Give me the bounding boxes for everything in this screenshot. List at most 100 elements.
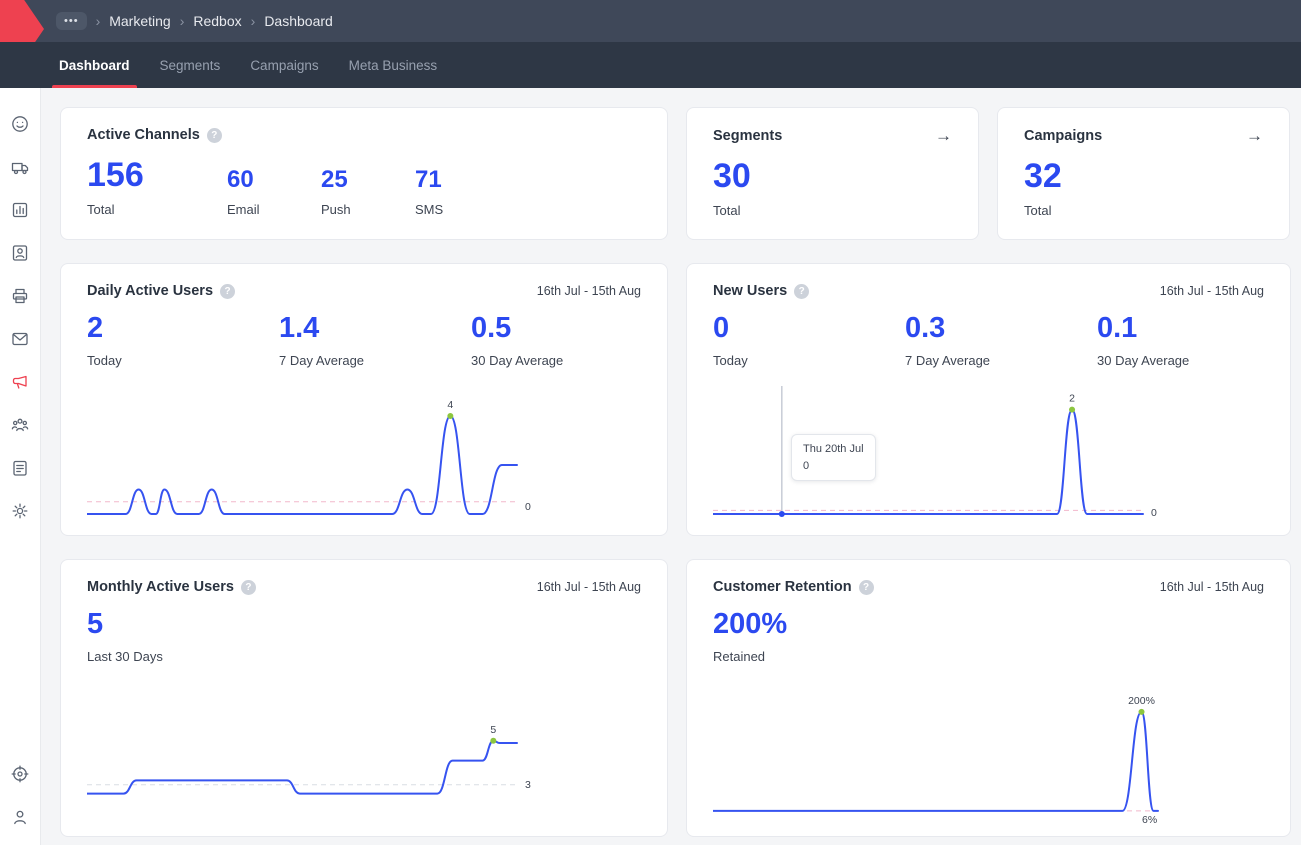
svg-text:200%: 200% bbox=[1128, 695, 1155, 707]
new-users-chart[interactable]: 20 Thu 20th Jul 0 bbox=[713, 376, 1264, 526]
customer-retention-chart[interactable]: 200% 6% bbox=[713, 676, 1264, 826]
customer-retention-card: Customer Retention ? 16th Jul - 15th Aug… bbox=[686, 559, 1291, 837]
metric-retained: 200% Retained bbox=[713, 610, 787, 664]
help-icon[interactable]: ? bbox=[794, 284, 809, 299]
card-title: Campaigns bbox=[1024, 128, 1102, 144]
metric-30day: 0.5 30 Day Average bbox=[471, 314, 563, 368]
open-campaigns-arrow-icon[interactable]: → bbox=[1246, 127, 1263, 144]
breadcrumb-redbox[interactable]: Redbox bbox=[193, 13, 241, 29]
date-range: 16th Jul - 15th Aug bbox=[537, 284, 641, 298]
workspace-menu-button[interactable]: ••• bbox=[56, 12, 87, 30]
daily-active-users-chart[interactable]: 40 bbox=[87, 376, 641, 526]
metric-label: Push bbox=[321, 202, 415, 217]
metric-value: 0 bbox=[713, 314, 905, 343]
line-chart[interactable]: 53 bbox=[87, 692, 557, 832]
task-list-icon[interactable] bbox=[10, 458, 30, 478]
metric-total: 32 Total bbox=[1024, 159, 1062, 218]
metric-last-30-days: 5 Last 30 Days bbox=[87, 610, 163, 664]
svg-text:6%: 6% bbox=[1142, 814, 1157, 826]
line-chart[interactable]: 40 bbox=[87, 376, 557, 526]
date-range: 16th Jul - 15th Aug bbox=[1160, 284, 1264, 298]
metric-value: 5 bbox=[87, 610, 163, 639]
topbar: ••• › Marketing › Redbox › Dashboard bbox=[0, 0, 1301, 42]
card-title: Daily Active Users bbox=[87, 283, 213, 299]
messages-mail-icon[interactable] bbox=[10, 329, 30, 349]
support-target-icon[interactable] bbox=[10, 764, 30, 784]
metric-label: 7 Day Average bbox=[279, 353, 471, 368]
metric-label: Today bbox=[713, 353, 905, 368]
metric-value: 2 bbox=[87, 314, 279, 343]
metric-label: Last 30 Days bbox=[87, 649, 163, 664]
active-channels-card: Active Channels ? 156 Total 60 Email bbox=[60, 107, 668, 240]
metric-7day: 1.4 7 Day Average bbox=[279, 314, 471, 368]
metric-email: 60 Email bbox=[227, 168, 321, 217]
card-title: Active Channels bbox=[87, 127, 200, 143]
metric-label: 30 Day Average bbox=[471, 353, 563, 368]
metric-label: Total bbox=[1024, 203, 1062, 218]
line-chart[interactable]: 20 bbox=[713, 376, 1183, 526]
tab-meta-business[interactable]: Meta Business bbox=[334, 42, 453, 88]
metric-label: Total bbox=[713, 203, 751, 218]
breadcrumb-separator: › bbox=[96, 13, 101, 29]
breadcrumb-separator: › bbox=[251, 13, 256, 29]
metric-push: 25 Push bbox=[321, 168, 415, 217]
audience-users-icon[interactable] bbox=[10, 415, 30, 435]
page-tabs: Dashboard Segments Campaigns Meta Busine… bbox=[0, 42, 1301, 88]
ellipsis-icon: ••• bbox=[64, 15, 79, 27]
delivery-truck-icon[interactable] bbox=[10, 157, 30, 177]
tooltip-date: Thu 20th Jul bbox=[803, 441, 864, 458]
metric-label: Today bbox=[87, 353, 279, 368]
insights-face-icon[interactable] bbox=[10, 114, 30, 134]
metric-label: Total bbox=[87, 202, 227, 217]
help-icon[interactable]: ? bbox=[241, 580, 256, 595]
metric-sms: 71 SMS bbox=[415, 168, 509, 217]
tab-campaigns[interactable]: Campaigns bbox=[235, 42, 333, 88]
metric-value: 60 bbox=[227, 168, 321, 192]
metric-today: 0 Today bbox=[713, 314, 905, 368]
metric-value: 30 bbox=[713, 159, 751, 193]
tab-segments[interactable]: Segments bbox=[145, 42, 236, 88]
campaigns-megaphone-icon[interactable] bbox=[10, 372, 30, 392]
settings-gear-icon[interactable] bbox=[10, 501, 30, 521]
breadcrumb-marketing[interactable]: Marketing bbox=[109, 13, 170, 29]
svg-text:4: 4 bbox=[447, 399, 453, 411]
new-users-card: New Users ? 16th Jul - 15th Aug 0 Today … bbox=[686, 263, 1291, 536]
open-segments-arrow-icon[interactable]: → bbox=[935, 127, 952, 144]
metric-value: 0.3 bbox=[905, 314, 1097, 343]
metric-value: 32 bbox=[1024, 159, 1062, 193]
tooltip-value: 0 bbox=[803, 458, 864, 475]
campaigns-card: Campaigns → 32 Total bbox=[997, 107, 1290, 240]
metric-value: 25 bbox=[321, 168, 415, 192]
line-chart[interactable]: 200% 6% bbox=[713, 676, 1183, 826]
metric-total: 156 Total bbox=[87, 158, 227, 217]
card-title: New Users bbox=[713, 283, 787, 299]
reports-chart-icon[interactable] bbox=[10, 200, 30, 220]
metric-total: 30 Total bbox=[713, 159, 751, 218]
svg-text:2: 2 bbox=[1069, 393, 1075, 405]
help-icon[interactable]: ? bbox=[207, 128, 222, 143]
breadcrumb-dashboard[interactable]: Dashboard bbox=[264, 13, 333, 29]
app-window: ••• › Marketing › Redbox › Dashboard Das… bbox=[0, 0, 1301, 845]
help-icon[interactable]: ? bbox=[220, 284, 235, 299]
metric-value: 156 bbox=[87, 158, 227, 192]
card-title: Monthly Active Users bbox=[87, 579, 234, 595]
card-title: Customer Retention bbox=[713, 579, 852, 595]
metric-value: 0.1 bbox=[1097, 314, 1189, 343]
dashboard-content: Active Channels ? 156 Total 60 Email bbox=[41, 88, 1301, 845]
svg-text:0: 0 bbox=[1151, 507, 1157, 519]
metric-label: 7 Day Average bbox=[905, 353, 1097, 368]
monthly-active-users-chart[interactable]: 53 bbox=[87, 692, 641, 832]
printer-icon[interactable] bbox=[10, 286, 30, 306]
metric-7day: 0.3 7 Day Average bbox=[905, 314, 1097, 368]
icon-sidebar bbox=[0, 88, 41, 845]
chart-tooltip: Thu 20th Jul 0 bbox=[791, 434, 876, 481]
monthly-active-users-card: Monthly Active Users ? 16th Jul - 15th A… bbox=[60, 559, 668, 837]
breadcrumb-separator: › bbox=[180, 13, 185, 29]
metric-value: 0.5 bbox=[471, 314, 563, 343]
help-icon[interactable]: ? bbox=[859, 580, 874, 595]
account-profile-icon[interactable] bbox=[10, 807, 30, 827]
tab-dashboard[interactable]: Dashboard bbox=[44, 42, 145, 88]
metric-today: 2 Today bbox=[87, 314, 279, 368]
contact-card-icon[interactable] bbox=[10, 243, 30, 263]
metric-label: Email bbox=[227, 202, 321, 217]
